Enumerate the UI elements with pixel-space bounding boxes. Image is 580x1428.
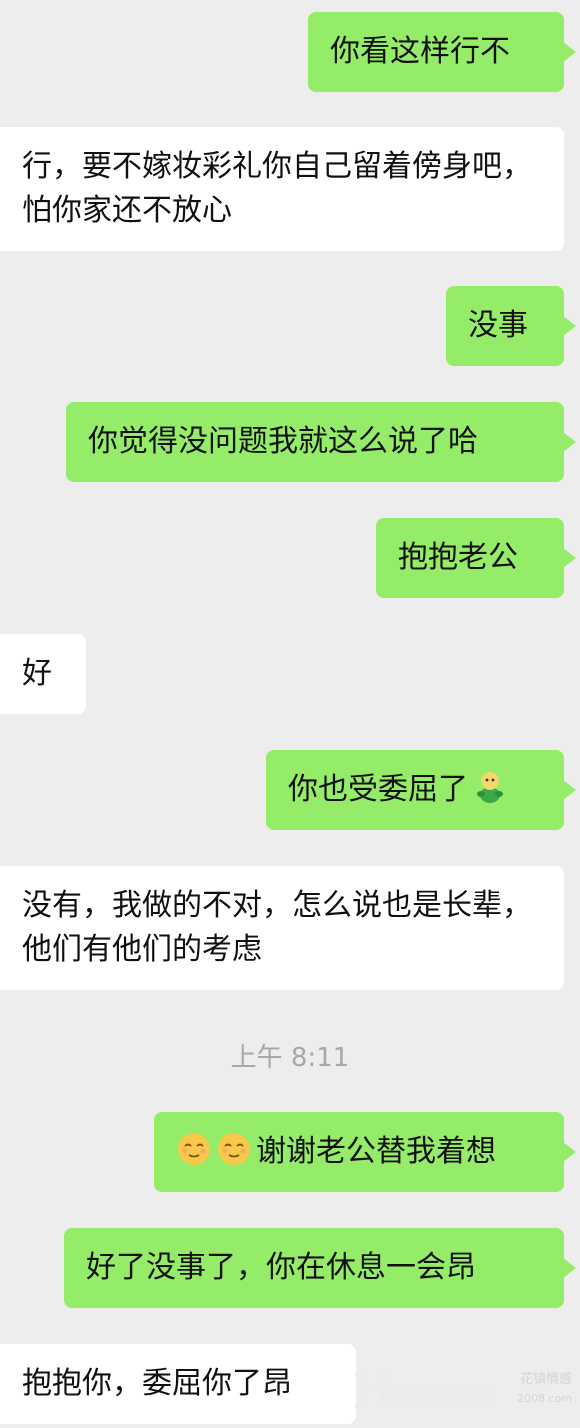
message-received[interactable]: 没有，我做的不对，怎么说也是长辈，他们有他们的考虑 xyxy=(0,866,564,990)
message-text: 好了没事了，你在休息一会昂 xyxy=(86,1250,476,1285)
message-sent[interactable]: 你看这样行不 xyxy=(308,12,576,92)
message-text: 没事 xyxy=(468,308,528,343)
relieved-face-emoji xyxy=(176,1131,212,1167)
message-text: 抱抱老公 xyxy=(398,540,518,575)
timestamp: 上午 8:11 xyxy=(230,1043,350,1073)
message-received[interactable]: 好 xyxy=(0,634,86,714)
message-received[interactable]: 抱抱你，委屈你了昂 xyxy=(0,1344,356,1424)
chat-area: 你看这样行不 行，要不嫁妆彩礼你自己留着傍身吧，怕你家还不放心 没事 你觉得没问… xyxy=(0,0,580,1428)
message-sent[interactable]: 你也受委屈了 xyxy=(266,750,576,830)
message-text: 你看这样行不 xyxy=(330,34,510,69)
relieved-face-emoji xyxy=(216,1131,252,1167)
message-sent[interactable]: 你觉得没问题我就这么说了哈 xyxy=(66,402,576,482)
message-text: 好 xyxy=(22,656,52,691)
message-text: 你觉得没问题我就这么说了哈 xyxy=(88,424,478,459)
message-sent[interactable]: 谢谢老公替我着想 xyxy=(154,1112,576,1192)
watermark-url: 2008.com xyxy=(517,1392,572,1405)
message-text: 谢谢老公替我着想 xyxy=(256,1134,496,1169)
message-sent[interactable]: 好了没事了，你在休息一会昂 xyxy=(64,1228,576,1308)
watermark: H uazhen 花镇情感 2008.com xyxy=(352,1362,572,1422)
watermark-brand-cn: 花镇情感 xyxy=(519,1372,572,1387)
watermark-brand: uazhen xyxy=(378,1380,494,1415)
message-text: 你也受委屈了 xyxy=(288,772,468,807)
message-text: 行，要不嫁妆彩礼你自己留着傍身吧，怕你家还不放心 xyxy=(22,149,532,228)
green-bean-figure-emoji xyxy=(472,769,508,805)
message-received[interactable]: 行，要不嫁妆彩礼你自己留着傍身吧，怕你家还不放心 xyxy=(0,127,564,251)
message-sent[interactable]: 抱抱老公 xyxy=(376,518,576,598)
message-sent[interactable]: 没事 xyxy=(446,286,576,366)
message-text: 抱抱你，委屈你了昂 xyxy=(22,1366,292,1401)
message-text: 没有，我做的不对，怎么说也是长辈，他们有他们的考虑 xyxy=(22,888,532,967)
